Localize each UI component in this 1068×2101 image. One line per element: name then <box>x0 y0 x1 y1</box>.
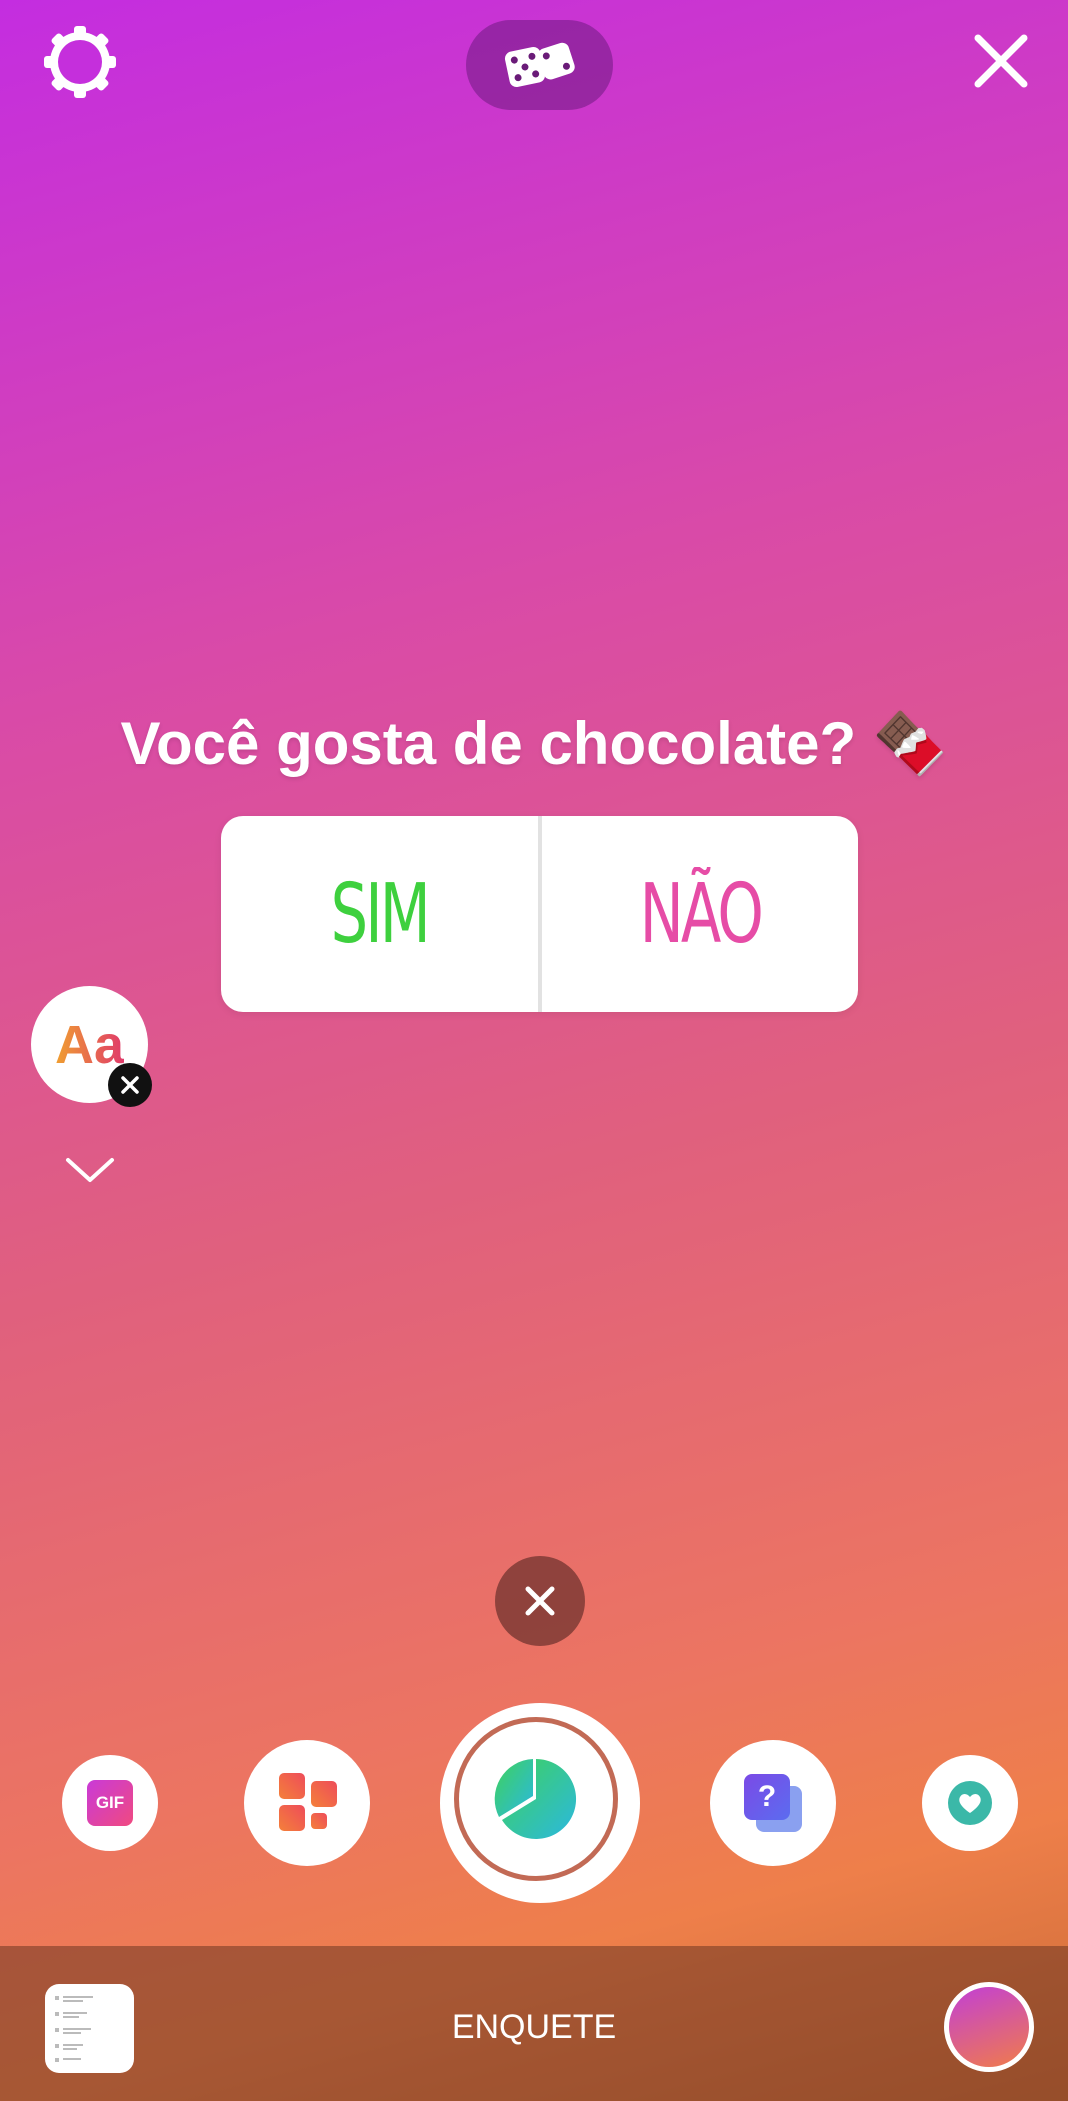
background-color-button[interactable] <box>944 1982 1034 2072</box>
grid-icon <box>279 1773 337 1831</box>
close-icon <box>121 1076 139 1094</box>
expand-tools-button[interactable] <box>60 1150 120 1190</box>
gear-icon <box>44 26 116 98</box>
gif-label: GIF <box>95 1793 125 1812</box>
poll-icon <box>494 1759 577 1839</box>
settings-button[interactable] <box>40 22 120 102</box>
gif-icon: GIF <box>87 1780 133 1826</box>
question-icon: ? <box>744 1774 802 1832</box>
random-question-button[interactable] <box>466 20 613 110</box>
mode-label: ENQUETE <box>451 2008 617 2046</box>
remove-sticker-button[interactable] <box>495 1556 585 1646</box>
capture-ring <box>454 1717 618 1881</box>
poll-option-no[interactable]: NÃO <box>586 816 814 1012</box>
poll-sticker[interactable]: SIM NÃO <box>221 816 858 1012</box>
support-sticker-button[interactable] <box>922 1755 1018 1851</box>
heart-icon <box>948 1781 992 1825</box>
grid-sticker-button[interactable] <box>244 1740 370 1866</box>
question-sticker-button[interactable]: ? <box>710 1740 836 1866</box>
poll-divider <box>537 816 542 1012</box>
question-mark-label: ? <box>757 1780 777 1813</box>
chevron-down-icon <box>66 1158 114 1182</box>
poll-question[interactable]: Você gosta de chocolate? 🍫 <box>0 708 1068 779</box>
dice-icon <box>504 42 575 88</box>
close-icon <box>525 1586 555 1616</box>
poll-option-yes[interactable]: SIM <box>265 816 493 1012</box>
remove-text-style-button[interactable] <box>108 1063 152 1107</box>
close-button[interactable] <box>966 26 1036 96</box>
text-style-label: Aa <box>54 1014 125 1075</box>
close-icon <box>974 34 1028 88</box>
poll-capture-button[interactable] <box>440 1703 640 1903</box>
gif-sticker-button[interactable]: GIF <box>62 1755 158 1851</box>
